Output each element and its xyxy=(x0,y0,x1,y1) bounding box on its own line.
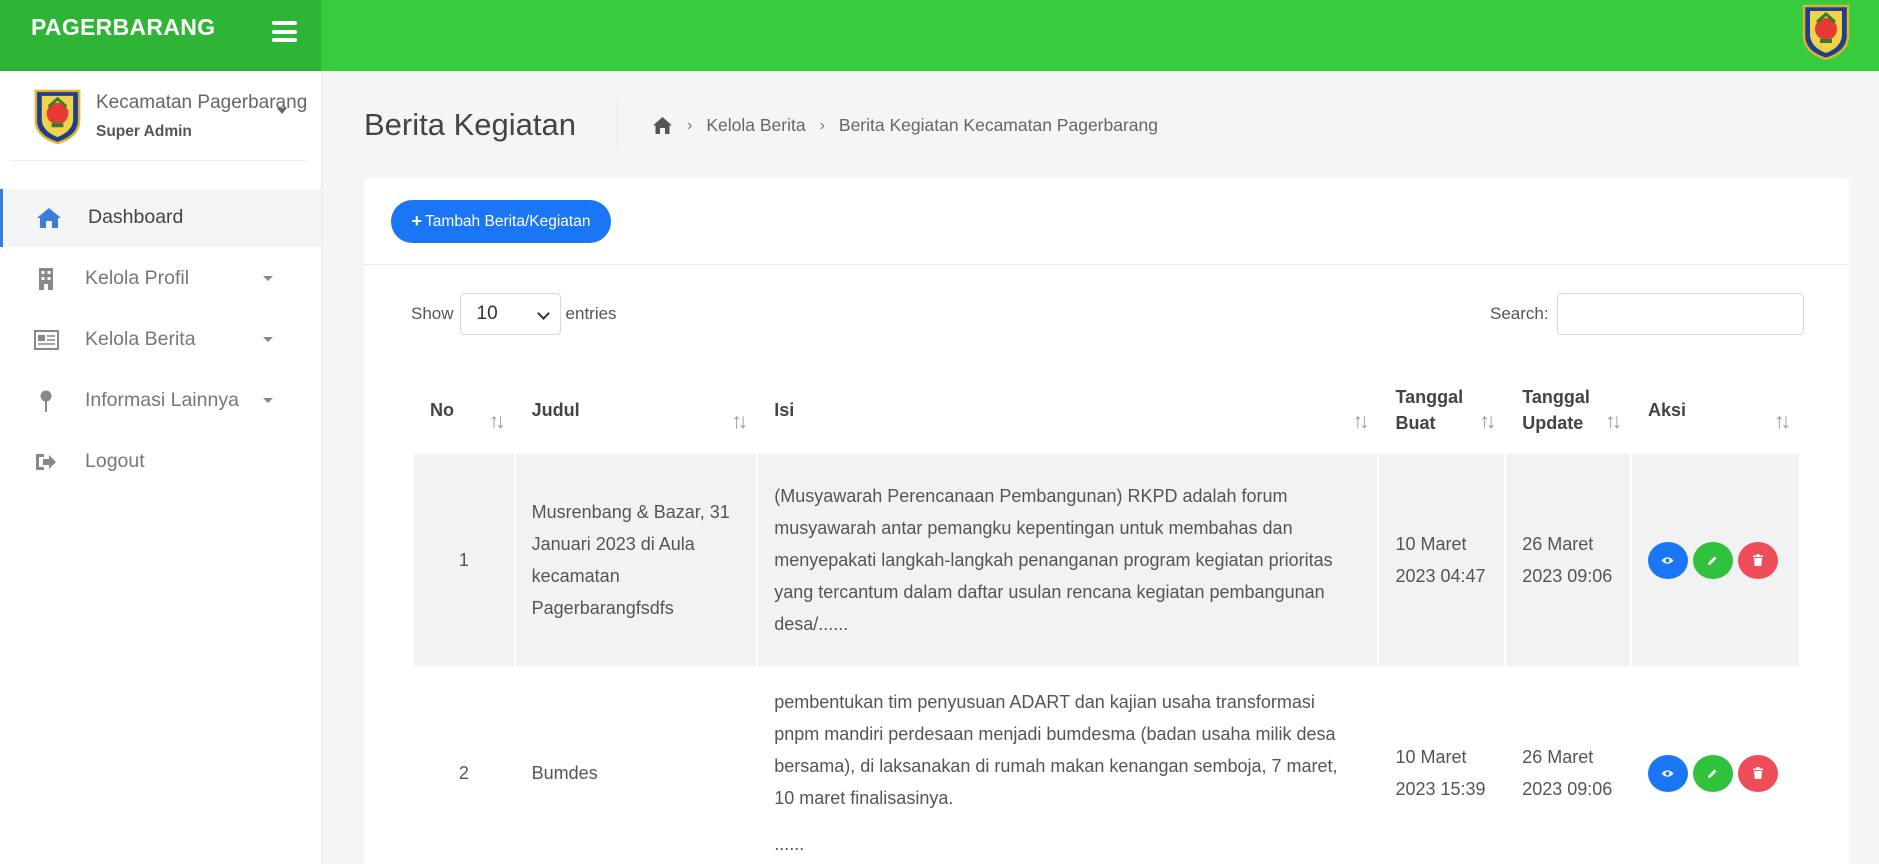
chevron-down-icon xyxy=(263,337,273,342)
breadcrumb-item-current: Berita Kegiatan Kecamatan Pagerbarang xyxy=(838,115,1158,135)
breadcrumb-item-kelola-berita[interactable]: Kelola Berita xyxy=(706,115,805,136)
pencil-icon xyxy=(1708,769,1717,778)
cell-actions xyxy=(1632,666,1799,864)
chevron-down-icon xyxy=(263,276,273,281)
breadcrumb-separator: › xyxy=(819,116,825,134)
sort-icon[interactable]: ↑↓ xyxy=(1774,409,1791,435)
sidebar-item-dashboard[interactable]: Dashboard xyxy=(0,189,321,247)
delete-button[interactable] xyxy=(1737,541,1778,579)
cell-no: 1 xyxy=(414,454,514,666)
entries-label: entries xyxy=(565,304,617,323)
menu-toggle-icon[interactable] xyxy=(272,21,297,42)
table-row: 2 Bumdes pembentukan tim penyusuan ADART… xyxy=(414,666,1799,864)
cell-actions xyxy=(1631,454,1799,666)
user-panel[interactable]: Kecamatan Pagerbarang Super Admin xyxy=(30,87,310,147)
breadcrumb: › Kelola Berita › Berita Kegiatan Kecama… xyxy=(652,115,1158,136)
cell-created: 10 Maret 2023 04:47 xyxy=(1379,454,1505,666)
sidebar-item-label: Dashboard xyxy=(88,206,184,228)
column-header-tanggal-buat[interactable]: Tanggal Buat ↑↓ xyxy=(1379,366,1504,454)
table-search: Search: xyxy=(1490,293,1804,335)
add-news-label: Tambah Berita/Kegiatan xyxy=(425,212,591,230)
regency-emblem-icon[interactable] xyxy=(1798,2,1854,60)
search-label: Search: xyxy=(1490,304,1549,323)
sidebar-item-label: Informasi Lainnya xyxy=(85,389,239,411)
sidebar-item-informasi-lainnya[interactable]: Informasi Lainnya xyxy=(0,372,321,430)
eye-icon xyxy=(1661,556,1674,564)
cell-updated: 26 Maret 2023 09:06 xyxy=(1506,454,1630,666)
entries-select-value: 10 xyxy=(476,303,498,324)
view-button[interactable] xyxy=(1647,754,1688,792)
home-icon[interactable] xyxy=(652,116,673,135)
sidebar-item-label: Logout xyxy=(85,450,145,472)
column-header-tanggal-update[interactable]: Tanggal Update ↑↓ xyxy=(1506,366,1630,454)
user-name: Kecamatan Pagerbarang xyxy=(96,92,308,113)
sort-icon[interactable]: ↑↓ xyxy=(489,409,506,435)
cell-updated: 26 Maret 2023 09:06 xyxy=(1522,747,1613,799)
pencil-icon xyxy=(1708,556,1717,565)
sign-out-icon xyxy=(36,454,56,470)
trash-icon xyxy=(1752,554,1763,566)
cell-isi: pembentukan tim penyusuan ADART dan kaji… xyxy=(774,692,1338,854)
user-avatar-emblem-icon xyxy=(34,89,81,144)
eye-icon xyxy=(1661,769,1674,777)
search-input[interactable] xyxy=(1556,293,1804,335)
column-header-aksi[interactable]: Aksi ↑↓ xyxy=(1632,366,1799,454)
cell-judul: Bumdes xyxy=(531,763,598,783)
brand: PAGERBARANG xyxy=(0,0,321,71)
sidebar-divider xyxy=(10,160,308,161)
sidebar-item-kelola-berita[interactable]: Kelola Berita xyxy=(0,311,321,369)
sidebar-nav: Dashboard Kelola Profil Kelola Berita In… xyxy=(0,189,321,494)
column-header-judul[interactable]: Judul ↑↓ xyxy=(516,366,757,454)
newspaper-icon xyxy=(34,330,59,350)
edit-button[interactable] xyxy=(1692,754,1733,792)
delete-button[interactable] xyxy=(1737,754,1778,792)
view-button[interactable] xyxy=(1647,541,1688,579)
sort-icon[interactable]: ↑↓ xyxy=(1352,409,1369,435)
add-news-button[interactable]: + Tambah Berita/Kegiatan xyxy=(391,200,611,243)
column-header-isi[interactable]: Isi ↑↓ xyxy=(758,366,1377,454)
column-header-no[interactable]: No ↑↓ xyxy=(414,366,514,454)
user-dropdown-caret-icon[interactable] xyxy=(277,108,287,114)
trash-icon xyxy=(1752,767,1763,779)
sidebar-item-kelola-profil[interactable]: Kelola Profil xyxy=(0,250,321,308)
cell-isi: (Musyawarah Perencanaan Pembangunan) RKP… xyxy=(758,454,1378,666)
news-card: + Tambah Berita/Kegiatan Show 10 entries… xyxy=(364,178,1849,864)
edit-button[interactable] xyxy=(1692,541,1733,579)
table-row: 1 Musrenbang & Bazar, 31 Januari 2023 di… xyxy=(414,454,1799,666)
cell-created: 10 Maret 2023 15:39 xyxy=(1395,747,1486,799)
brand-title[interactable]: PAGERBARANG xyxy=(31,14,215,41)
sidebar: Kecamatan Pagerbarang Super Admin Dashbo… xyxy=(0,71,321,864)
cell-judul: Musrenbang & Bazar, 31 Januari 2023 di A… xyxy=(515,454,757,666)
card-header: + Tambah Berita/Kegiatan xyxy=(364,178,1849,265)
plus-icon: + xyxy=(411,211,423,231)
user-role: Super Admin xyxy=(96,123,192,140)
entries-select[interactable]: 10 xyxy=(459,293,561,335)
sidebar-item-label: Kelola Profil xyxy=(85,267,190,289)
show-label: Show xyxy=(411,304,454,323)
home-icon xyxy=(37,208,61,228)
read-more-ellipsis: ...... xyxy=(774,834,805,854)
table-header-row: No ↑↓ Judul ↑↓ Isi ↑↓ Tanggal Buat ↑↓ Tangga… xyxy=(414,366,1799,454)
sort-icon[interactable]: ↑↓ xyxy=(1479,409,1496,435)
breadcrumb-separator: › xyxy=(687,116,693,134)
map-pin-icon xyxy=(40,390,52,412)
header-divider xyxy=(617,102,618,150)
cell-no: 2 xyxy=(458,763,469,783)
page-title: Berita Kegiatan xyxy=(364,107,576,142)
news-table: No ↑↓ Judul ↑↓ Isi ↑↓ Tanggal Buat ↑↓ Tangga… xyxy=(412,366,1801,864)
entries-length-control: Show 10 entries xyxy=(411,293,617,335)
chevron-down-icon xyxy=(263,398,273,403)
sidebar-item-label: Kelola Berita xyxy=(85,328,196,350)
sort-icon[interactable]: ↑↓ xyxy=(1605,409,1622,435)
chevron-down-icon xyxy=(536,307,550,320)
building-icon xyxy=(39,268,53,290)
top-navbar: PAGERBARANG xyxy=(0,0,1879,71)
sidebar-item-logout[interactable]: Logout xyxy=(0,433,321,491)
sort-icon[interactable]: ↑↓ xyxy=(731,409,748,435)
